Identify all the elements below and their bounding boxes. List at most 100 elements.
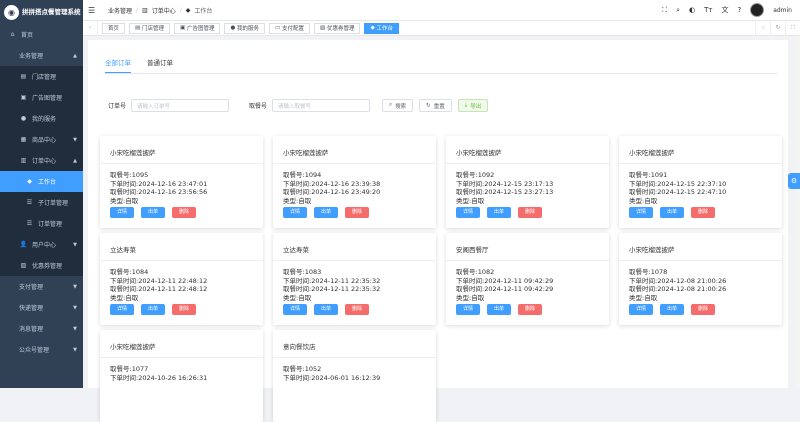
detail-button[interactable]: 详情 <box>110 206 134 218</box>
sidebar-item-label: 快递管理 <box>19 305 44 312</box>
sidebar-item-store[interactable]: ▤ 门店管理 <box>0 66 83 87</box>
print-order-button[interactable]: 出单 <box>141 303 165 315</box>
detail-button[interactable]: 详情 <box>629 206 653 218</box>
tag-home[interactable]: 首页 <box>102 22 126 34</box>
tag-ads[interactable]: ▣ 广告图管理 <box>173 22 221 34</box>
question-icon[interactable]: ? <box>737 6 741 14</box>
language-icon[interactable]: 文 <box>721 5 728 15</box>
delete-button[interactable]: 删除 <box>345 206 369 218</box>
tag-store[interactable]: ▤ 门店管理 <box>129 22 170 34</box>
sidebar-item-home[interactable]: ⌂ 首页 <box>0 24 83 45</box>
detail-button[interactable]: 详情 <box>456 206 480 218</box>
print-order-button[interactable]: 出单 <box>314 303 338 315</box>
chevron-left-icon[interactable]: ‹ <box>83 20 98 36</box>
breadcrumb-item[interactable]: 业务管理 <box>108 6 132 15</box>
breadcrumb-item[interactable]: 订单中心 <box>152 6 176 15</box>
delete-button[interactable]: 删除 <box>345 303 369 315</box>
tag-workbench[interactable]: ◆ 工作台 <box>364 22 399 34</box>
coupon-icon: ▧ <box>320 25 327 31</box>
scrollbar[interactable] <box>795 36 800 388</box>
order-card-body: 取餐号:1095 下单时间:2024-12-16 23:47:01 取餐时间:202… <box>100 164 263 218</box>
sidebar-group-business[interactable]: 业务管理 ▲ <box>0 45 83 66</box>
expand-icon[interactable]: ⛶ <box>785 20 800 36</box>
order-pick-time: 取餐时间:2024-12-15 23:27:13 <box>456 188 554 197</box>
detail-button[interactable]: 详情 <box>110 303 134 315</box>
search-button[interactable]: ⌕ 搜索 <box>382 99 414 112</box>
tag-coupons[interactable]: ▧ 优惠券管理 <box>314 22 361 34</box>
print-order-button[interactable]: 出单 <box>660 206 684 218</box>
sidebar-item-users[interactable]: 👤 用户中心 ▼ <box>0 234 83 255</box>
order-pick-time: 取餐时间:2024-12-16 23:49:20 <box>283 188 381 197</box>
settings-gear-icon[interactable]: ⚙ <box>788 173 800 189</box>
order-pick-time: 取餐时间:2024-12-16 23:56:56 <box>110 188 208 197</box>
tag-payment[interactable]: ▭ 支付配置 <box>269 22 310 34</box>
reset-button[interactable]: ↻ 重置 <box>419 99 452 112</box>
shop-name: 小宋吃榴莲披萨 <box>110 149 156 157</box>
order-no-input[interactable]: 请输入订单号 <box>131 99 230 112</box>
chevron-right-icon[interactable]: › <box>755 20 770 36</box>
print-order-button[interactable]: 出单 <box>487 206 511 218</box>
delete-button[interactable]: 删除 <box>518 303 542 315</box>
order-card-body: 取餐号:1083 下单时间:2024-12-11 22:35:32 取餐时间:202… <box>273 261 436 315</box>
sidebar-group-message[interactable]: 消息管理 ▼ <box>0 318 83 339</box>
detail-button[interactable]: 详情 <box>283 206 307 218</box>
github-icon[interactable]: ◐ <box>689 6 695 14</box>
order-pickup: 取餐号:1095 <box>110 171 149 179</box>
export-button[interactable]: ⤓ 导出 <box>457 99 489 112</box>
fullscreen-icon[interactable]: ⛶ <box>662 6 667 15</box>
order-icon: ▥ <box>142 6 148 14</box>
sidebar-item-ads[interactable]: ▣ 广告图管理 <box>0 87 83 108</box>
shop-name: 小宋吃榴莲披萨 <box>629 246 675 254</box>
delete-button[interactable]: 删除 <box>172 303 196 315</box>
avatar[interactable] <box>750 3 765 17</box>
print-order-button[interactable]: 出单 <box>487 303 511 315</box>
sidebar-group-payment[interactable]: 支付管理 ▼ <box>0 276 83 297</box>
sidebar-item-suborders[interactable]: ☰ 子订单管理 <box>0 192 83 213</box>
hamburger-icon[interactable]: ☰ <box>88 6 98 15</box>
order-card: 立达寿菜 取餐号:1083 下单时间:2024-12-11 22:35:32 取餐时… <box>273 233 436 325</box>
tag-services[interactable]: ● 我的服务 <box>224 22 266 34</box>
print-order-button[interactable]: 出单 <box>314 206 338 218</box>
shop-name: 小宋吃榴莲披萨 <box>629 149 675 157</box>
sidebar-group-wechat[interactable]: 公众号管理 ▼ <box>0 339 83 360</box>
sidebar-item-order-manage[interactable]: ☰ 订单管理 <box>0 213 83 234</box>
store-icon: ▤ <box>135 25 142 31</box>
sidebar-item-services[interactable]: ● 我的服务 <box>0 108 83 129</box>
order-pickup: 取餐号:1094 <box>283 171 322 179</box>
tab-all-orders[interactable]: 全部订单 <box>105 57 131 73</box>
shop-name: 小宋吃榴莲披萨 <box>456 149 502 157</box>
sidebar-item-products[interactable]: ▦ 商品中心 ▼ <box>0 129 83 150</box>
sidebar-item-coupons[interactable]: ▧ 优惠券管理 <box>0 255 83 276</box>
delete-button[interactable]: 删除 <box>691 303 715 315</box>
order-pickup: 取餐号:1052 <box>283 365 322 373</box>
pickup-no-input[interactable]: 请输入取餐号 <box>272 99 371 112</box>
sidebar-item-orders[interactable]: ▥ 订单中心 ▲ <box>0 150 83 171</box>
detail-button[interactable]: 详情 <box>283 303 307 315</box>
user-icon: 👤 <box>19 241 28 248</box>
detail-button[interactable]: 详情 <box>629 303 653 315</box>
order-card-body: 取餐号:1092 下单时间:2024-12-15 23:17:13 取餐时间:202… <box>446 164 609 218</box>
delete-button[interactable]: 删除 <box>691 206 715 218</box>
breadcrumb-separator: / <box>179 6 182 14</box>
image-icon: ▣ <box>179 25 187 31</box>
order-card-header: 小宋吃榴莲披萨 <box>619 136 782 164</box>
delete-button[interactable]: 删除 <box>518 206 542 218</box>
brand-title: 拼拼搭点餐管理系统 <box>22 8 81 16</box>
detail-button[interactable]: 详情 <box>456 303 480 315</box>
print-order-button[interactable]: 出单 <box>141 206 165 218</box>
print-order-button[interactable]: 出单 <box>660 303 684 315</box>
font-size-icon[interactable]: Tт <box>704 6 712 14</box>
chevron-down-icon: ▼ <box>73 136 77 143</box>
sidebar-group-express[interactable]: 快递管理 ▼ <box>0 297 83 318</box>
search-icon[interactable]: ⌕ <box>676 6 680 15</box>
order-card-header: 意向餐饮店 <box>273 330 436 358</box>
refresh-icon[interactable]: ↻ <box>770 20 785 36</box>
order-card: 小宋吃榴莲披萨 取餐号:1077 下单时间:2024-10-26 16:26:31 <box>100 330 263 422</box>
tag-label: 支付配置 <box>281 26 304 32</box>
username[interactable]: admin <box>773 7 792 14</box>
delete-button[interactable]: 删除 <box>172 206 196 218</box>
order-card: 立达寿菜 取餐号:1084 下单时间:2024-12-11 22:48:12 取餐时… <box>100 233 263 325</box>
sidebar-item-workbench[interactable]: ◆ 工作台 <box>0 171 83 192</box>
order-type: 类型:自取 <box>283 294 312 303</box>
tab-normal-orders[interactable]: 普通订单 <box>147 57 173 73</box>
